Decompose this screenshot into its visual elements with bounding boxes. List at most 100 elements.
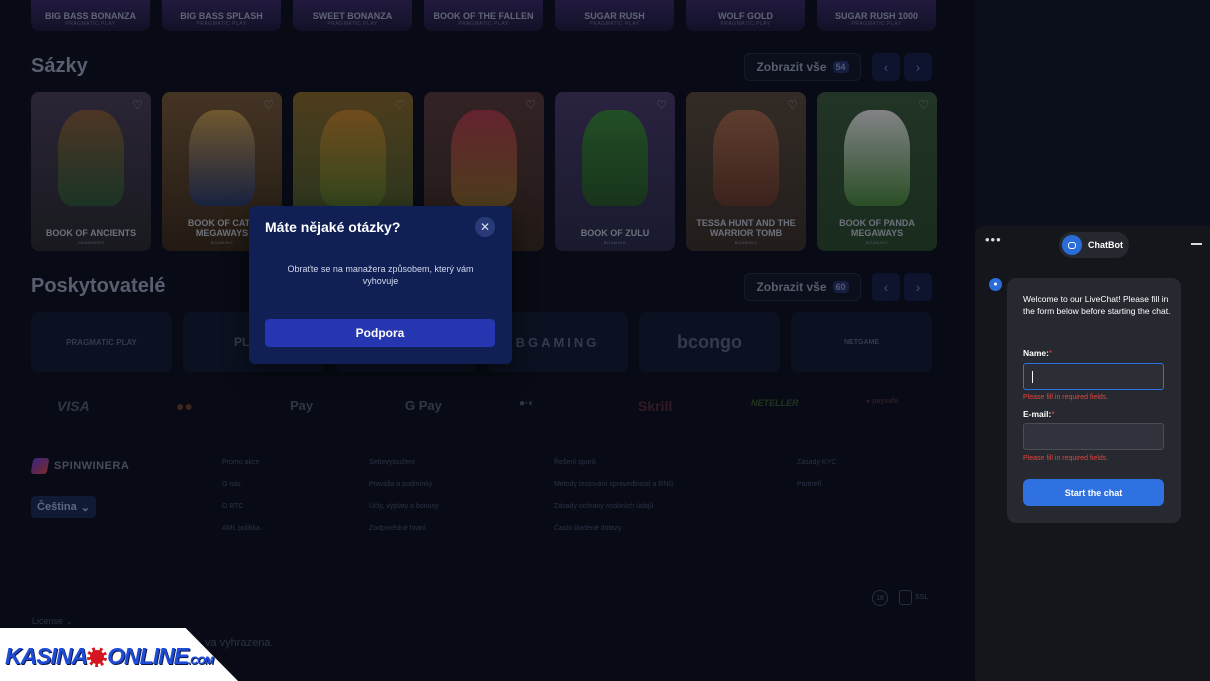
- game-card[interactable]: BOOK OF THE FALLEN PRAGMATIC PLAY: [424, 0, 543, 31]
- game-card[interactable]: ♡ TESSA HUNT AND THE WARRIOR TOMB BGAMIN…: [686, 92, 806, 251]
- apple-pay-logo: Pay: [290, 398, 314, 413]
- language-select[interactable]: Čeština ⌄: [31, 496, 96, 518]
- view-all-providers-button[interactable]: Zobrazit vše 60: [744, 273, 861, 301]
- heart-icon[interactable]: ♡: [525, 98, 536, 112]
- heart-icon[interactable]: ♡: [132, 98, 143, 112]
- next-arrow-button[interactable]: ›: [904, 53, 932, 81]
- game-card[interactable]: SUGAR RUSH 1000 PRAGMATIC PLAY: [817, 0, 936, 31]
- game-artwork: [582, 110, 648, 206]
- game-provider: PRAGMATIC PLAY: [851, 21, 902, 27]
- google-pay-logo: G Pay: [405, 398, 442, 413]
- casino-page: BIG BASS BONANZA PRAGMATIC PLAY BIG BASS …: [0, 0, 975, 681]
- game-artwork: [320, 110, 386, 206]
- game-provider: PRAGMATIC PLAY: [327, 21, 378, 27]
- prev-arrow-button[interactable]: ‹: [872, 53, 900, 81]
- game-card[interactable]: BIG BASS SPLASH PRAGMATIC PLAY: [162, 0, 281, 31]
- required-mark: *: [1048, 348, 1053, 358]
- license-label: License: [32, 616, 64, 626]
- footer-link[interactable]: O BTC: [222, 503, 243, 510]
- top-games-row: BIG BASS BONANZA PRAGMATIC PLAY BIG BASS …: [31, 0, 936, 31]
- ssl-label: SSL: [915, 594, 929, 601]
- paysafe-logo: ● paysafe: [866, 398, 899, 405]
- neteller-logo: NETELLER: [751, 398, 799, 408]
- game-title: BIG BASS SPLASH: [180, 11, 263, 21]
- heart-icon[interactable]: ♡: [656, 98, 667, 112]
- game-title: BIG BASS BONANZA: [44, 11, 136, 21]
- game-provider: BGAMING: [734, 240, 758, 245]
- start-chat-button[interactable]: Start the chat: [1023, 479, 1164, 506]
- footer-link[interactable]: Promo akce: [222, 459, 259, 466]
- game-artwork: [713, 110, 779, 206]
- support-button[interactable]: Podpora: [265, 319, 495, 347]
- visa-logo: VISA: [57, 398, 90, 414]
- game-artwork: [189, 110, 255, 206]
- watermark-logo: KASINA ONLINE.COM: [5, 643, 214, 670]
- email-field[interactable]: [1023, 423, 1164, 450]
- game-card[interactable]: ♡ BOOK OF ZULU BGAMING: [555, 92, 675, 251]
- license-dropdown[interactable]: License ⌄: [32, 616, 73, 627]
- game-card[interactable]: ♡ BOOK OF PANDA MEGAWAYS BGAMING: [817, 92, 937, 251]
- prev-arrow-button[interactable]: ‹: [872, 273, 900, 301]
- footer-link[interactable]: Sebevyloučení: [369, 459, 415, 466]
- game-provider: HABANERO: [77, 240, 105, 245]
- footer-link[interactable]: Často kladené dotazy: [554, 525, 621, 532]
- view-all-bets-button[interactable]: Zobrazit vše 54: [744, 53, 861, 81]
- game-title: SWEET BONANZA: [312, 11, 393, 21]
- watermark-right: ONLINE: [107, 643, 189, 669]
- footer-link[interactable]: Pravidla a podmínky: [369, 481, 432, 488]
- provider-card[interactable]: NETGAME: [791, 312, 932, 372]
- chevron-down-icon: ⌄: [65, 616, 74, 626]
- chevron-down-icon: ⌄: [80, 501, 90, 514]
- game-card[interactable]: SUGAR RUSH PRAGMATIC PLAY: [555, 0, 674, 31]
- footer-link[interactable]: Metody testování spravedlnosti a RNG: [554, 481, 674, 488]
- close-icon[interactable]: ✕: [475, 217, 495, 237]
- support-modal: Máte nějaké otázky? ✕ Obraťte se na mana…: [249, 206, 512, 364]
- game-card[interactable]: SWEET BONANZA PRAGMATIC PLAY: [293, 0, 412, 31]
- required-mark: *: [1051, 409, 1055, 419]
- more-options-icon[interactable]: •••: [985, 232, 1002, 247]
- name-error: Please fill in required fields.: [1023, 394, 1109, 401]
- name-label: Name:*: [1023, 348, 1052, 358]
- next-arrow-button[interactable]: ›: [904, 273, 932, 301]
- game-provider: PRAGMATIC PLAY: [458, 21, 509, 27]
- footer-link[interactable]: O nás: [222, 481, 241, 488]
- prechat-form: Welcome to our LiveChat! Please fill in …: [1007, 278, 1181, 523]
- provider-card[interactable]: bcongo: [639, 312, 780, 372]
- footer-link[interactable]: Zásady ochrany osobních údajů: [554, 503, 653, 510]
- modal-title: Máte nějaké otázky?: [265, 219, 401, 235]
- minimize-icon[interactable]: [1191, 243, 1202, 245]
- game-provider: PRAGMATIC PLAY: [589, 21, 640, 27]
- language-label: Čeština: [37, 501, 77, 513]
- age-restriction-icon: 18: [872, 590, 888, 606]
- game-provider: BGAMING: [865, 240, 889, 245]
- heart-icon[interactable]: ♡: [918, 98, 929, 112]
- game-artwork: [451, 110, 517, 206]
- heart-icon[interactable]: ♡: [394, 98, 405, 112]
- game-title: SUGAR RUSH: [584, 11, 645, 21]
- footer-link[interactable]: Účty, výplaty a bonusy: [369, 503, 439, 510]
- copyright-text: va vyhrazena.: [205, 637, 274, 649]
- game-card[interactable]: ♡ BOOK OF ANCIENTS HABANERO: [31, 92, 151, 251]
- game-provider: PRAGMATIC PLAY: [720, 21, 771, 27]
- footer-link[interactable]: Řešení sporů: [554, 459, 596, 466]
- brand-logo[interactable]: SPINWINERA: [30, 458, 129, 474]
- name-field[interactable]: [1023, 363, 1164, 390]
- modal-message: Obraťte se na manažera způsobem, který v…: [287, 264, 474, 286]
- game-artwork: [58, 110, 124, 206]
- heart-icon[interactable]: ♡: [787, 98, 798, 112]
- count-badge: 60: [832, 281, 849, 293]
- game-title: TESSA HUNT AND THE WARRIOR TOMB: [696, 218, 796, 238]
- footer-link[interactable]: AML politika: [222, 525, 260, 532]
- chatbot-icon: [1062, 235, 1082, 255]
- footer-link[interactable]: Partneři: [797, 481, 822, 488]
- heart-icon[interactable]: ♡: [263, 98, 274, 112]
- chatbot-name: ChatBot: [1088, 240, 1123, 250]
- skrill-logo: Skrill: [638, 398, 673, 414]
- footer-link[interactable]: Zásady KYC: [797, 459, 836, 466]
- game-provider: PRAGMATIC PLAY: [196, 21, 247, 27]
- provider-card[interactable]: PRAGMATIC PLAY: [31, 312, 172, 372]
- game-artwork: [844, 110, 910, 206]
- footer-link[interactable]: Zodpovědné hraní: [369, 525, 426, 532]
- game-card[interactable]: BIG BASS BONANZA PRAGMATIC PLAY: [31, 0, 150, 31]
- game-card[interactable]: WOLF GOLD PRAGMATIC PLAY: [686, 0, 805, 31]
